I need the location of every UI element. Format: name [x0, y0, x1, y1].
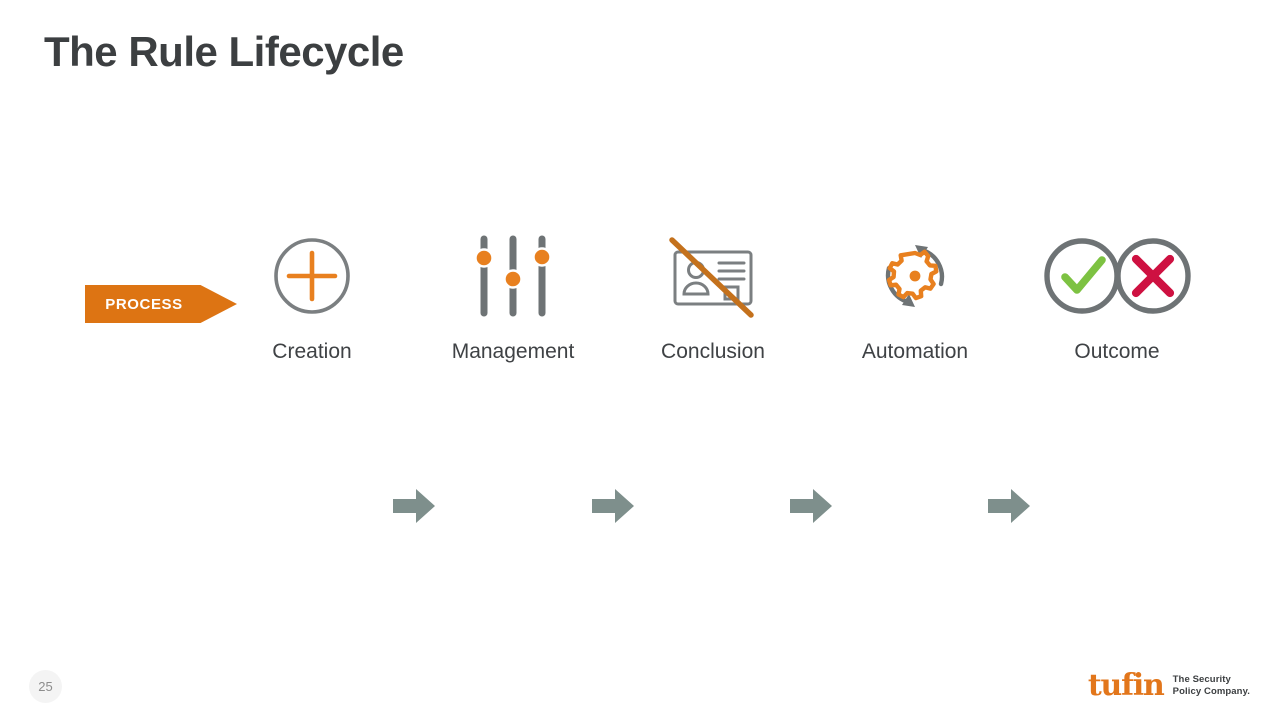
- connector-arrow-3: [789, 486, 833, 526]
- brand-logo: tufin The Security Policy Company.: [1088, 668, 1250, 704]
- cross-circle-icon: [1114, 237, 1191, 314]
- stage-automation-label: Automation: [861, 340, 969, 363]
- stage-management-icon-box: [433, 228, 593, 323]
- stage-conclusion[interactable]: Conclusion: [633, 228, 793, 378]
- connector-arrow-4: [987, 486, 1031, 526]
- brand-tagline: The Security Policy Company.: [1173, 674, 1250, 698]
- check-circle-icon: [1043, 237, 1120, 314]
- arrow-right-icon: [988, 489, 1030, 523]
- stage-creation-icon-box: [232, 228, 392, 323]
- page-number-badge: 25: [29, 670, 62, 703]
- brand-tagline-line-2: Policy Company.: [1172, 686, 1250, 697]
- arrow-right-icon: [790, 489, 832, 523]
- stage-management[interactable]: Management: [433, 228, 593, 378]
- stage-automation-icon-box: [835, 228, 995, 323]
- arrow-right-icon: [592, 489, 634, 523]
- process-badge-label: PROCESS: [105, 295, 183, 313]
- stage-outcome[interactable]: Outcome: [1037, 228, 1197, 378]
- stage-outcome-label: Outcome: [1074, 340, 1160, 363]
- stage-creation[interactable]: Creation: [232, 228, 392, 378]
- connector-arrow-1: [392, 486, 436, 526]
- stage-creation-label: Creation: [272, 340, 352, 363]
- connector-arrow-2: [591, 486, 635, 526]
- stage-conclusion-label: Conclusion: [661, 340, 765, 363]
- brand-wordmark: tufin: [1087, 668, 1165, 703]
- stage-management-label: Management: [451, 340, 575, 363]
- brand-tagline-line-1: The Security: [1172, 673, 1231, 685]
- page-title: The Rule Lifecycle: [44, 28, 404, 75]
- stage-conclusion-icon-box: [633, 228, 793, 323]
- refresh-gear-icon: [885, 244, 945, 307]
- process-badge: PROCESS: [85, 285, 237, 323]
- stage-automation[interactable]: Automation: [835, 228, 995, 378]
- arrow-right-icon: [393, 489, 435, 523]
- id-card-crossed-out-icon: [669, 236, 754, 318]
- plus-in-circle-icon: [274, 237, 350, 314]
- check-and-cross-circles-icon: [1043, 237, 1191, 314]
- rule-lifecycle-flow: PROCESS Creation Management Conclusion A…: [0, 228, 1280, 523]
- stage-outcome-icon-box: [1037, 228, 1197, 323]
- slide-canvas: The Rule Lifecycle PROCESS Creation Mana…: [0, 0, 1280, 720]
- sliders-icon: [474, 235, 552, 316]
